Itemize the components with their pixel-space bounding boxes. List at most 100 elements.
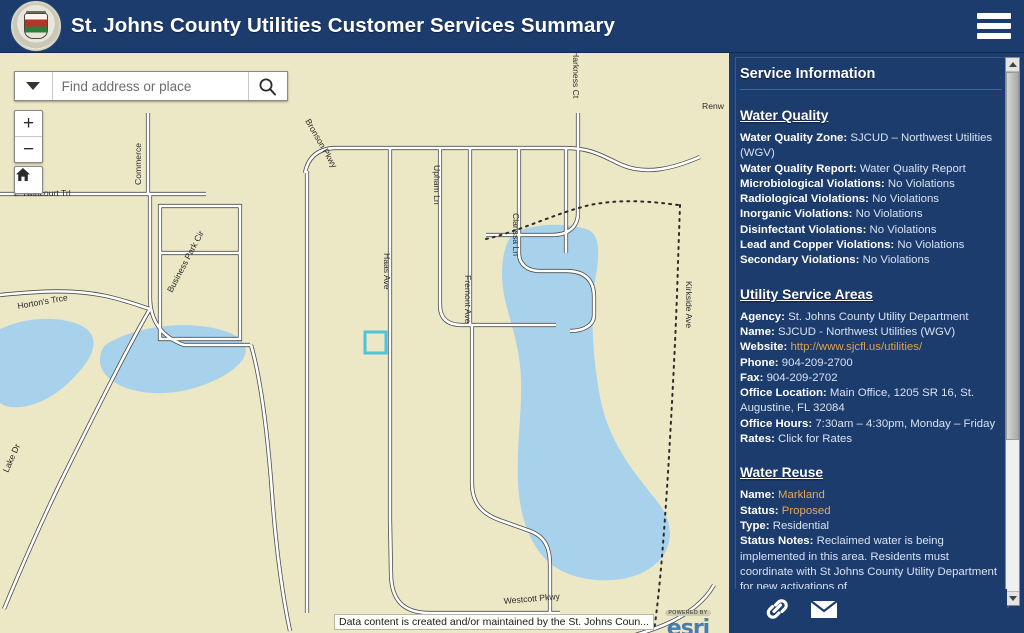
panel-info-row: Website: http://www.sjcfl.us/utilities/ [736, 340, 1008, 355]
panel-info-label: Phone: [740, 356, 779, 369]
panel-info-value: Click for Rates [778, 433, 853, 446]
panel-info-row: Name: Markland [736, 488, 1008, 503]
chevron-down-icon [26, 82, 41, 90]
panel-info-label: Water Quality Report: [740, 162, 857, 175]
panel-info-row: Radiological Violations: No Violations [736, 192, 1008, 207]
esri-logo: POWERED BY esri [655, 601, 721, 633]
panel-info-value: No Violations [872, 193, 939, 206]
menu-bar-1 [977, 13, 1011, 19]
panel-info-value: No Violations [887, 177, 955, 190]
panel-info-row: Water Quality Report: Water Quality Repo… [736, 162, 1008, 177]
zoom-controls[interactable]: + − [14, 110, 43, 163]
panel-action-bar [735, 589, 1007, 629]
panel-info-row: Disinfectant Violations: No Violations [736, 223, 1008, 238]
panel-info-row: Agency: St. Johns County Utility Departm… [736, 310, 1008, 325]
search-button[interactable] [247, 72, 287, 100]
panel-info-row: Secondary Violations: No Violations [736, 253, 1008, 268]
panel-info-label: Office Location: [740, 387, 827, 400]
share-link-button[interactable] [763, 596, 791, 622]
panel-info-row: Office Hours: 7:30am – 4:30pm, Monday – … [736, 417, 1008, 432]
panel-info-label: Rates: [740, 433, 775, 446]
panel-info-value: 904-209-2702 [766, 371, 838, 384]
panel-info-value: Water Quality Report [859, 162, 966, 175]
panel-scroll-viewport: Service Information Water Quality Water Q… [735, 57, 1009, 608]
panel-section-heading: Water Quality [740, 108, 829, 123]
zoom-out-button[interactable]: − [15, 137, 42, 162]
scroll-up-button[interactable] [1006, 58, 1019, 72]
panel-info-value: No Violations [855, 208, 923, 221]
panel-info-value: Residential [772, 519, 830, 532]
panel-info-label: Office Hours: [740, 417, 813, 430]
panel-section-heading: Utility Service Areas [740, 286, 873, 302]
panel-info-row: Status Notes: Reclaimed water is being i… [736, 534, 1008, 595]
panel-sections: Water Quality Water Quality Zone: SJCUD –… [736, 90, 1008, 595]
panel-info-row: Status: Proposed [736, 504, 1008, 519]
panel-info-row: Water Quality Zone: SJCUD – Northwest Ut… [736, 131, 1008, 162]
panel-info-value: St. Johns County Utility Department [788, 310, 969, 323]
link-icon [766, 599, 788, 619]
panel-info-row: Office Location: Main Office, 1205 SR 16… [736, 386, 1008, 417]
panel-info-label: Water Quality Zone: [740, 132, 848, 144]
app-header: St. Johns County Utilities Customer Serv… [0, 0, 1024, 53]
panel-heading: Service Information [740, 66, 876, 82]
service-information-panel: Service Information Water Quality Water Q… [729, 53, 1024, 633]
triangle-down-icon [1008, 596, 1017, 601]
map-label-fremont-ave: Fremont Ave [463, 275, 473, 324]
panel-info-label: Type: [740, 519, 770, 532]
panel-info-row: Lead and Copper Violations: No Violation… [736, 238, 1008, 253]
page-title: St. Johns County Utilities Customer Serv… [71, 14, 616, 37]
search-icon [259, 78, 277, 95]
map-label-harkness-ct: Harkness Ct [571, 53, 581, 99]
panel-info-label: Website: [740, 341, 788, 354]
scrollbar-thumb[interactable] [1006, 72, 1019, 440]
panel-info-label: Radiological Violations: [740, 193, 869, 206]
triangle-up-icon [1008, 62, 1017, 67]
panel-info-value: SJCUD - Northwest Utilities (WGV) [778, 325, 956, 338]
map-label-kirkside-ave: Kirkside Ave [684, 281, 694, 328]
map-canvas[interactable]: E Twincourt Trl Commerce Business Park C… [0, 53, 729, 633]
menu-bar-2 [977, 23, 1011, 29]
county-seal-logo [11, 1, 61, 51]
app-root: St. Johns County Utilities Customer Serv… [0, 0, 1024, 633]
map-vector-layer: E Twincourt Trl Commerce Business Park C… [0, 53, 729, 633]
panel-info-label: Name: [740, 489, 775, 502]
menu-bar-3 [977, 33, 1011, 39]
panel-info-row: Inorganic Violations: No Violations [736, 207, 1008, 222]
email-button[interactable] [809, 597, 839, 621]
panel-info-value: 904-209-2700 [781, 356, 853, 369]
search-input[interactable] [52, 72, 248, 100]
panel-info-value: No Violations [897, 239, 965, 252]
panel-section-heading: Water Reuse [740, 465, 824, 481]
home-extent-button[interactable] [14, 166, 43, 194]
seal-shield [24, 13, 48, 39]
panel-info-row: Phone: 904-209-2700 [736, 356, 1008, 371]
map-label-haas-ave: Haas Ave [382, 253, 392, 290]
panel-info-label: Agency: [740, 310, 785, 323]
panel-info-label: Secondary Violations: [740, 254, 860, 267]
zoom-in-button[interactable]: + [15, 111, 42, 137]
esri-wordmark: esri [666, 616, 710, 633]
panel-info-label: Status Notes: [740, 535, 814, 548]
panel-info-value[interactable]: http://www.sjcfl.us/utilities/ [790, 341, 922, 353]
panel-info-value: 7:30am – 4:30pm, Monday – Friday [815, 417, 996, 430]
map-label-clarissa-ln: Clarissa Ln [511, 213, 521, 256]
panel-info-value: No Violations [862, 254, 930, 267]
panel-info-row: Fax: 904-209-2702 [736, 371, 1008, 386]
panel-info-row: Rates: Click for Rates [736, 432, 1008, 447]
panel-info-value: No Violations [869, 223, 937, 236]
home-icon [16, 168, 30, 181]
panel-info-row: Name: SJCUD - Northwest Utilities (WGV) [736, 325, 1008, 340]
map-label-renw: Renw [702, 101, 725, 111]
scroll-down-button[interactable] [1006, 591, 1019, 605]
panel-info-label: Microbiological Violations: [740, 177, 885, 190]
panel-info-label: Status: [740, 504, 779, 517]
panel-scrollbar[interactable] [1005, 57, 1020, 606]
map-search-widget[interactable] [14, 71, 288, 101]
email-icon [810, 600, 838, 618]
map-attribution: Data content is created and/or maintaine… [334, 614, 654, 630]
map-label-upham-ln: Upham Ln [432, 165, 442, 205]
panel-info-label: Fax: [740, 371, 764, 384]
hamburger-menu-icon[interactable] [977, 10, 1011, 42]
search-source-dropdown[interactable] [15, 72, 53, 100]
map-label-commerce: Commerce [133, 143, 143, 185]
